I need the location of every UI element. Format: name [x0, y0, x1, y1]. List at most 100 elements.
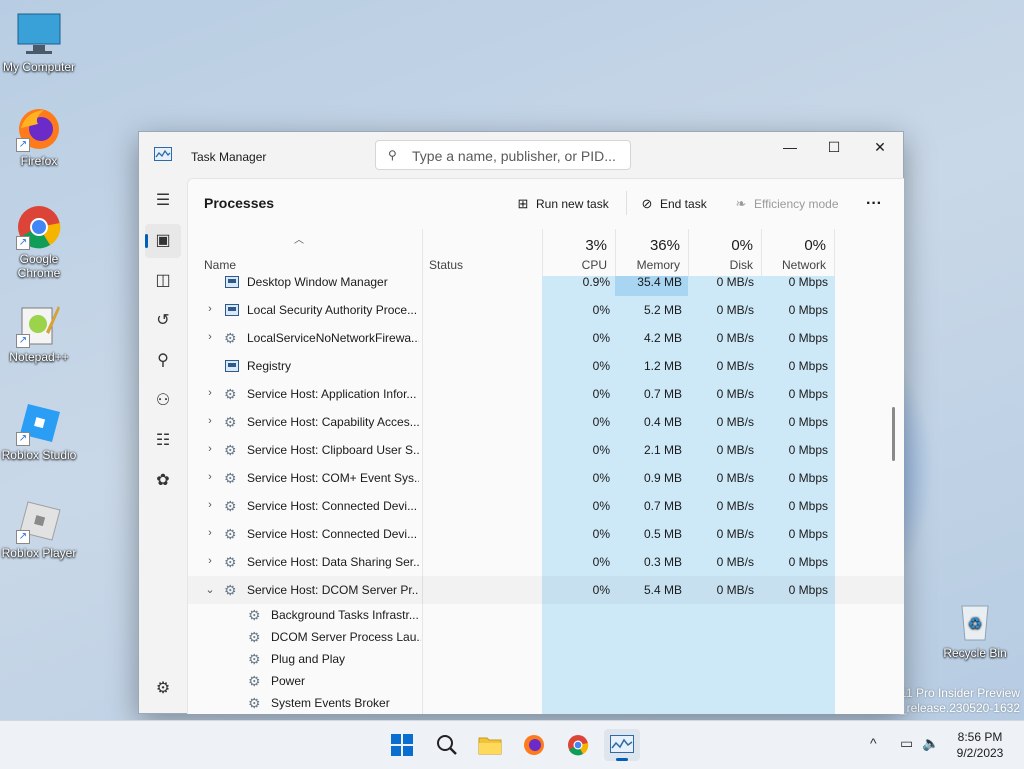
- processes-icon[interactable]: ▣: [145, 224, 181, 258]
- file-explorer-button[interactable]: [472, 729, 508, 761]
- process-cpu-value: 0%: [592, 583, 610, 597]
- column-header-disk[interactable]: 0% Disk: [688, 229, 761, 276]
- expand-chevron-icon[interactable]: ›: [204, 471, 216, 483]
- desktop-icon-label: Recycle Bin: [943, 646, 1007, 660]
- firefox-taskbar-button[interactable]: [516, 729, 552, 761]
- network-icon[interactable]: ▭: [900, 735, 913, 752]
- close-button[interactable]: ✕: [857, 132, 903, 162]
- desktop-icon-google-chrome[interactable]: ↗ Google Chrome: [1, 204, 77, 280]
- process-row[interactable]: › ⚙ Service Host: Connected Devi... 0% 0.5 M…: [188, 520, 904, 548]
- leaf-icon: ❧: [735, 196, 747, 211]
- desktop-icon-roblox-studio[interactable]: ↗ Roblox Studio: [1, 400, 77, 462]
- desktop-icon-roblox-player[interactable]: ↗ Roblox Player: [1, 498, 77, 560]
- title-bar[interactable]: Task Manager ⚲ — ☐ ✕: [139, 132, 903, 178]
- column-header-network[interactable]: 0% Network: [761, 229, 835, 276]
- desktop-icon-recycle-bin[interactable]: ♻ Recycle Bin: [937, 598, 1013, 660]
- service-child-row[interactable]: ⚙ Background Tasks Infrastr...: [188, 604, 904, 626]
- process-network-value: 0 Mbps: [788, 443, 828, 457]
- service-gear-icon: ⚙: [248, 651, 261, 667]
- desktop-icon-my-computer[interactable]: My Computer: [1, 12, 77, 74]
- process-row[interactable]: › ⚙ Service Host: Clipboard User S... 0% 2.1…: [188, 436, 904, 464]
- chrome-taskbar-button[interactable]: [560, 729, 596, 761]
- process-row[interactable]: ⌄ ⚙ Service Host: DCOM Server Pr... 0% 5.4 M…: [188, 576, 904, 604]
- settings-icon[interactable]: ⚙: [145, 672, 181, 706]
- maximize-button[interactable]: ☐: [811, 132, 857, 162]
- shortcut-arrow-icon: ↗: [16, 236, 30, 250]
- process-disk-value: 0 MB/s: [716, 471, 754, 485]
- scrollbar-thumb[interactable]: [892, 407, 895, 461]
- expand-chevron-icon[interactable]: ›: [204, 387, 216, 399]
- efficiency-mode-button[interactable]: ❧ Efficiency mode: [732, 193, 839, 215]
- more-options-button[interactable]: ···: [866, 193, 882, 215]
- expand-chevron-icon[interactable]: ›: [204, 527, 216, 539]
- service-child-row[interactable]: ⚙ Power: [188, 670, 904, 692]
- column-header-status[interactable]: Status: [422, 229, 542, 276]
- expand-chevron-icon[interactable]: ›: [204, 555, 216, 567]
- search-input[interactable]: [410, 145, 624, 167]
- process-network-value: 0 Mbps: [788, 527, 828, 541]
- end-task-button[interactable]: ⊘ End task: [638, 193, 707, 215]
- task-manager-taskbar-button[interactable]: [604, 729, 640, 761]
- search-box[interactable]: ⚲: [375, 140, 631, 170]
- process-memory-value: 5.4 MB: [643, 583, 682, 597]
- collapse-chevron-icon[interactable]: ⌄: [204, 583, 216, 596]
- task-manager-icon: [610, 735, 634, 753]
- process-row[interactable]: › ⚙ Service Host: Data Sharing Ser... 0% 0.3…: [188, 548, 904, 576]
- minimize-button[interactable]: —: [767, 132, 813, 162]
- process-disk-value: 0 MB/s: [716, 303, 754, 317]
- expand-chevron-icon[interactable]: ›: [204, 415, 216, 427]
- process-disk-value: 0 MB/s: [716, 331, 754, 345]
- process-cpu-value: 0%: [592, 387, 610, 401]
- column-header-name[interactable]: Name: [188, 229, 422, 276]
- process-row[interactable]: Registry 0% 1.2 MB 0 MB/s 0 Mbps: [188, 352, 904, 380]
- process-row[interactable]: › ⚙ Service Host: Connected Devi... 0% 0.7 M…: [188, 492, 904, 520]
- desktop-icon-label: Roblox Player: [1, 546, 77, 560]
- process-name: Service Host: Application Infor...: [247, 387, 417, 401]
- service-child-row[interactable]: ⚙ Plug and Play: [188, 648, 904, 670]
- show-hidden-icons-button[interactable]: ^: [870, 735, 877, 751]
- window-process-icon: [224, 276, 240, 290]
- process-name: Service Host: Connected Devi...: [247, 527, 418, 541]
- service-child-row[interactable]: ⚙ System Events Broker: [188, 692, 904, 714]
- process-network-value: 0 Mbps: [788, 303, 828, 317]
- column-header-cpu[interactable]: 3% CPU: [542, 229, 615, 276]
- app-history-icon[interactable]: ↺: [145, 304, 181, 338]
- process-cpu-value: 0%: [592, 359, 610, 373]
- system-clock[interactable]: 8:56 PM 9/2/2023: [948, 729, 1012, 761]
- process-row[interactable]: Desktop Window Manager 0.9% 35.4 MB 0 MB/s 0…: [188, 276, 904, 296]
- column-header-memory[interactable]: 36% Memory: [615, 229, 688, 276]
- desktop-icon-firefox[interactable]: ↗ Firefox: [1, 106, 77, 168]
- services-icon[interactable]: ✿: [145, 464, 181, 498]
- expand-chevron-icon[interactable]: ›: [204, 499, 216, 511]
- startup-apps-icon[interactable]: ⚲: [145, 344, 181, 378]
- run-new-task-button[interactable]: ⊞ Run new task: [514, 193, 609, 215]
- expand-chevron-icon[interactable]: ›: [204, 443, 216, 455]
- process-row[interactable]: › Local Security Authority Proce... 0% 5.2 …: [188, 296, 904, 324]
- hamburger-menu-icon[interactable]: ☰: [145, 184, 181, 218]
- process-disk-value: 0 MB/s: [716, 555, 754, 569]
- expand-chevron-icon[interactable]: ›: [204, 303, 216, 315]
- column-label-disk: Disk: [729, 258, 753, 272]
- vertical-scrollbar[interactable]: [892, 279, 896, 709]
- desktop-icon-notepad-plus-plus[interactable]: ↗ Notepad++: [1, 302, 77, 364]
- service-child-row[interactable]: ⚙ DCOM Server Process Lau...: [188, 626, 904, 648]
- cpu-total-percent: 3%: [585, 237, 607, 254]
- users-icon[interactable]: ⚇: [145, 384, 181, 418]
- process-row[interactable]: › ⚙ Service Host: Capability Acces... 0% 0.4…: [188, 408, 904, 436]
- firefox-icon: [524, 735, 544, 755]
- process-cpu-value: 0%: [592, 415, 610, 429]
- process-network-value: 0 Mbps: [788, 359, 828, 373]
- start-button[interactable]: [384, 729, 420, 761]
- process-memory-value: 0.4 MB: [643, 415, 682, 429]
- shortcut-arrow-icon: ↗: [16, 432, 30, 446]
- performance-icon[interactable]: ◫: [145, 264, 181, 298]
- volume-icon[interactable]: 🔈: [922, 735, 939, 752]
- process-row[interactable]: › ⚙ Service Host: Application Infor... 0% 0.…: [188, 380, 904, 408]
- windows-logo-icon: [391, 734, 413, 756]
- process-row[interactable]: › ⚙ Service Host: COM+ Event Sys... 0% 0.9 M…: [188, 464, 904, 492]
- details-icon[interactable]: ☷: [145, 424, 181, 458]
- expand-chevron-icon[interactable]: ›: [204, 331, 216, 343]
- search-button[interactable]: [429, 729, 465, 761]
- process-memory-value: 5.2 MB: [643, 303, 682, 317]
- process-row[interactable]: › ⚙ LocalServiceNoNetworkFirewa... 0% 4.2 MB…: [188, 324, 904, 352]
